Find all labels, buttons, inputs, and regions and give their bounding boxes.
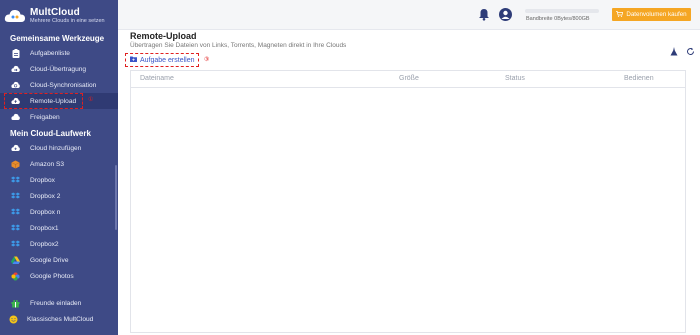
main-content: Remote-Upload Übertragen Sie Dateien von…	[118, 31, 700, 335]
sidebar-item-label: Aufgabenliste	[30, 49, 70, 57]
add-cloud-icon	[11, 144, 20, 153]
sidebar-item-google-drive[interactable]: Google Drive	[0, 252, 118, 268]
google-photos-icon	[11, 272, 20, 281]
sidebar-item-label: Klassisches MultCloud	[27, 315, 94, 323]
multcloud-logo-icon	[4, 8, 26, 24]
page-subtitle: Übertragen Sie Dateien von Links, Torren…	[130, 42, 347, 49]
sidebar-item-amazon-s3[interactable]: Amazon S3	[0, 156, 118, 172]
sync-icon	[11, 81, 20, 90]
amazon-s3-icon	[11, 160, 20, 169]
highlight-box	[4, 93, 83, 109]
column-header-status[interactable]: Status	[505, 75, 525, 82]
sidebar-item-label: Dropbox2	[30, 240, 59, 248]
clean-icon[interactable]	[670, 47, 678, 56]
sidebar-item-label: Freunde einladen	[30, 299, 82, 307]
bandwidth-progress	[525, 9, 599, 13]
sidebar-item-label: Dropbox n	[30, 208, 61, 216]
dropbox-icon	[11, 192, 20, 201]
transfer-icon	[11, 65, 20, 74]
column-header-filename[interactable]: Dateiname	[140, 75, 174, 82]
bandwidth-text: Bandbreite 0Bytes/800GB	[526, 16, 590, 22]
cart-icon	[616, 10, 624, 19]
logo[interactable]: MultCloud Mehrere Clouds in eine setzen	[0, 0, 118, 32]
google-drive-icon	[11, 256, 20, 265]
sidebar-item-google-photos[interactable]: Google Photos	[0, 268, 118, 284]
dropbox-icon	[11, 208, 20, 217]
step-marker-3: ③	[204, 57, 210, 63]
create-task-label: Aufgabe erstellen	[140, 56, 195, 64]
table-header: Dateiname Größe Status Bedienen	[131, 71, 685, 88]
add-folder-icon	[130, 56, 137, 64]
section-title-tools: Gemeinsame Werkzeuge	[10, 34, 105, 43]
bell-icon[interactable]	[478, 8, 490, 21]
smile-icon	[9, 315, 18, 324]
brand-name: MultCloud	[30, 7, 80, 18]
create-task-button[interactable]: Aufgabe erstellen	[125, 53, 199, 67]
dropbox-icon	[11, 176, 20, 185]
section-title-drives: Mein Cloud-Laufwerk	[10, 129, 91, 138]
upgrade-label: Datenvolumen kaufen	[626, 11, 687, 18]
sidebar: MultCloud Mehrere Clouds in eine setzen …	[0, 0, 118, 335]
sidebar-item-label: Freigaben	[30, 113, 60, 121]
gift-icon	[11, 299, 20, 308]
page-title: Remote-Upload	[130, 31, 197, 41]
sidebar-item-label: Cloud hinzufügen	[30, 144, 82, 152]
sidebar-item-add-cloud[interactable]: Cloud hinzufügen	[0, 140, 118, 156]
sidebar-item-remote-upload[interactable]: Remote-Upload ①	[0, 93, 118, 109]
share-cloud-icon	[11, 113, 20, 122]
sidebar-item-freigaben[interactable]: Freigaben	[0, 109, 118, 125]
refresh-icon[interactable]	[686, 47, 695, 56]
sidebar-item-dropbox-2[interactable]: Dropbox 2	[0, 188, 118, 204]
sidebar-item-label: Google Drive	[30, 256, 69, 264]
sidebar-item-label: Amazon S3	[30, 160, 65, 168]
sidebar-item-classic-multcloud[interactable]: Klassisches MultCloud	[0, 311, 118, 327]
column-header-actions: Bedienen	[624, 75, 654, 82]
avatar[interactable]	[499, 8, 512, 21]
sidebar-item-label: Cloud-Synchronisation	[30, 81, 97, 89]
sidebar-scrollbar[interactable]	[115, 165, 117, 230]
sidebar-item-label: Dropbox1	[30, 224, 59, 232]
sidebar-item-dropbox[interactable]: Dropbox	[0, 172, 118, 188]
dropbox-icon	[11, 224, 20, 233]
dropbox-icon	[11, 240, 20, 249]
column-header-size[interactable]: Größe	[399, 75, 419, 82]
sidebar-item-dropbox1[interactable]: Dropbox1	[0, 220, 118, 236]
sidebar-item-dropbox-n[interactable]: Dropbox n	[0, 204, 118, 220]
top-bar: Bandbreite 0Bytes/800GB Datenvolumen kau…	[118, 0, 700, 30]
clipboard-icon	[11, 48, 20, 58]
sidebar-item-label: Google Photos	[30, 272, 74, 280]
upload-task-table: Dateiname Größe Status Bedienen	[130, 70, 686, 333]
sidebar-item-aufgabenliste[interactable]: Aufgabenliste	[0, 45, 118, 61]
sidebar-item-invite-friends[interactable]: Freunde einladen	[0, 295, 118, 311]
sidebar-item-cloud-sync[interactable]: Cloud-Synchronisation	[0, 77, 118, 93]
step-marker-1: ①	[88, 97, 94, 103]
upgrade-button[interactable]: Datenvolumen kaufen	[612, 8, 691, 21]
sidebar-item-cloud-transfer[interactable]: Cloud-Übertragung	[0, 61, 118, 77]
sidebar-item-label: Dropbox	[30, 176, 55, 184]
brand-slogan: Mehrere Clouds in eine setzen	[30, 18, 105, 24]
sidebar-item-dropbox2[interactable]: Dropbox2	[0, 236, 118, 252]
sidebar-item-label: Dropbox 2	[30, 192, 61, 200]
sidebar-item-label: Cloud-Übertragung	[30, 65, 87, 73]
